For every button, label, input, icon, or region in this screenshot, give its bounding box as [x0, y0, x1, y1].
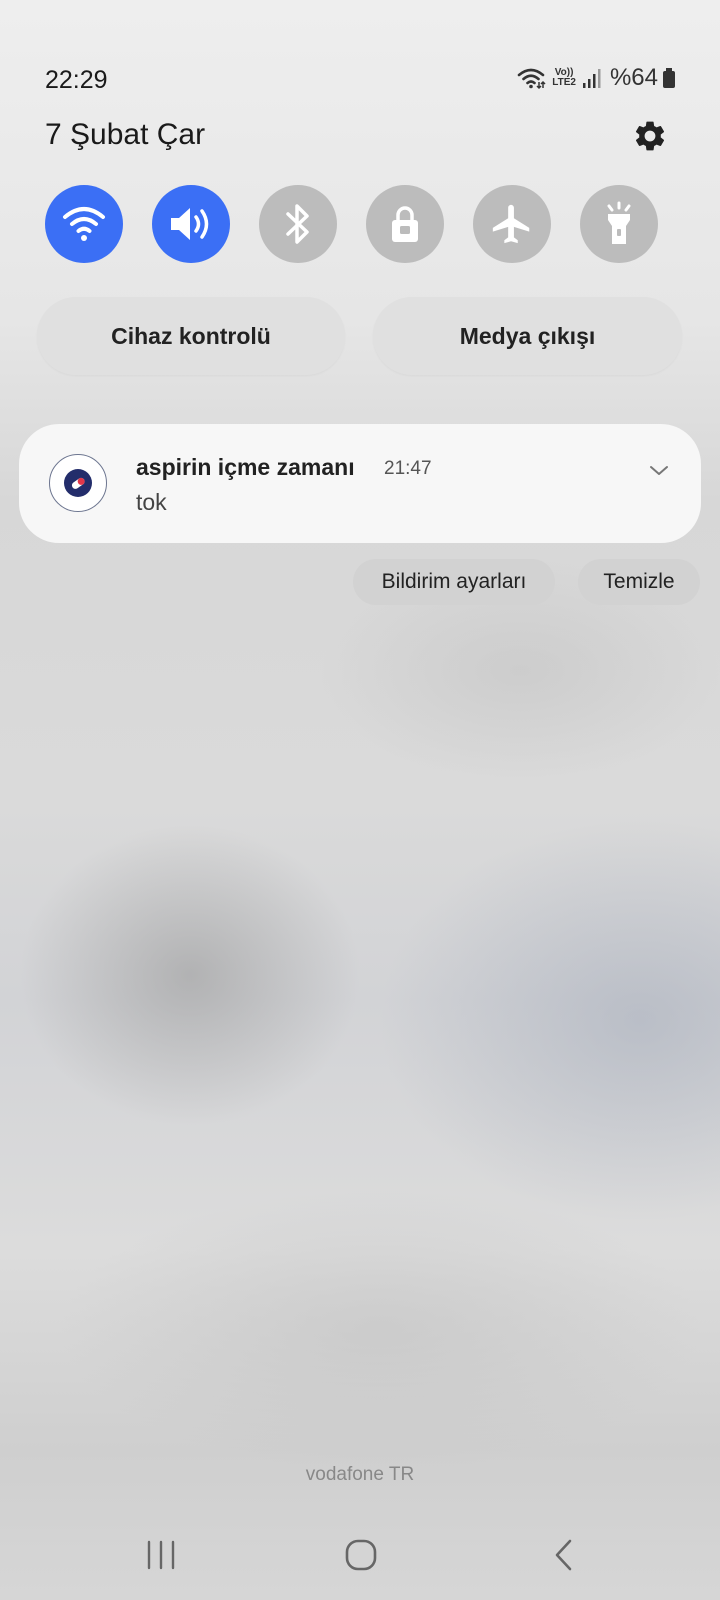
pill-app-icon	[64, 469, 92, 497]
settings-button[interactable]	[630, 116, 670, 156]
device-control-button[interactable]: Cihaz kontrolü	[37, 297, 345, 375]
chevron-down-icon	[650, 466, 668, 475]
screen-lock-toggle[interactable]	[366, 185, 444, 263]
airplane-mode-toggle[interactable]	[473, 185, 551, 263]
back-button[interactable]	[534, 1533, 594, 1577]
status-icons: Vo)) LTE2 %64	[516, 64, 676, 92]
back-icon	[555, 1539, 572, 1571]
home-button[interactable]	[331, 1533, 391, 1577]
date-label: 7 Şubat Çar	[45, 118, 206, 151]
clear-button[interactable]: Temizle	[578, 559, 700, 605]
media-output-button[interactable]: Medya çıkışı	[373, 297, 682, 375]
flashlight-toggle[interactable]	[580, 185, 658, 263]
gear-icon	[635, 121, 665, 151]
flashlight-icon	[607, 201, 631, 244]
wifi-icon	[63, 207, 105, 241]
expand-button[interactable]	[647, 458, 671, 482]
recent-apps-button[interactable]	[131, 1533, 191, 1577]
sound-toggle[interactable]	[152, 185, 230, 263]
wifi-toggle[interactable]	[45, 185, 123, 263]
battery-percent: %64	[609, 64, 658, 91]
airplane-icon	[492, 204, 530, 244]
sound-icon	[171, 208, 209, 240]
volte-icon: Vo)) LTE2	[552, 67, 576, 88]
home-icon	[345, 1539, 377, 1571]
notification-card[interactable]: aspirin içme zamanı 21:47 tok	[19, 424, 701, 543]
bluetooth-toggle[interactable]	[259, 185, 337, 263]
notification-time: 21:47	[384, 458, 432, 479]
carrier-label: vodafone TR	[305, 1464, 415, 1485]
lock-icon	[392, 206, 418, 242]
bluetooth-icon	[286, 204, 309, 244]
status-bar: 22:29 Vo)) LTE2 %64	[0, 62, 720, 98]
battery-icon	[662, 67, 676, 89]
notification-settings-button[interactable]: Bildirim ayarları	[353, 559, 555, 605]
notification-body: tok	[136, 489, 167, 515]
wifi-status-icon	[516, 66, 546, 90]
recent-apps-icon	[147, 1540, 175, 1570]
status-time: 22:29	[45, 66, 108, 94]
signal-icon	[582, 67, 602, 89]
app-icon	[49, 454, 107, 512]
notification-title: aspirin içme zamanı	[136, 454, 355, 480]
